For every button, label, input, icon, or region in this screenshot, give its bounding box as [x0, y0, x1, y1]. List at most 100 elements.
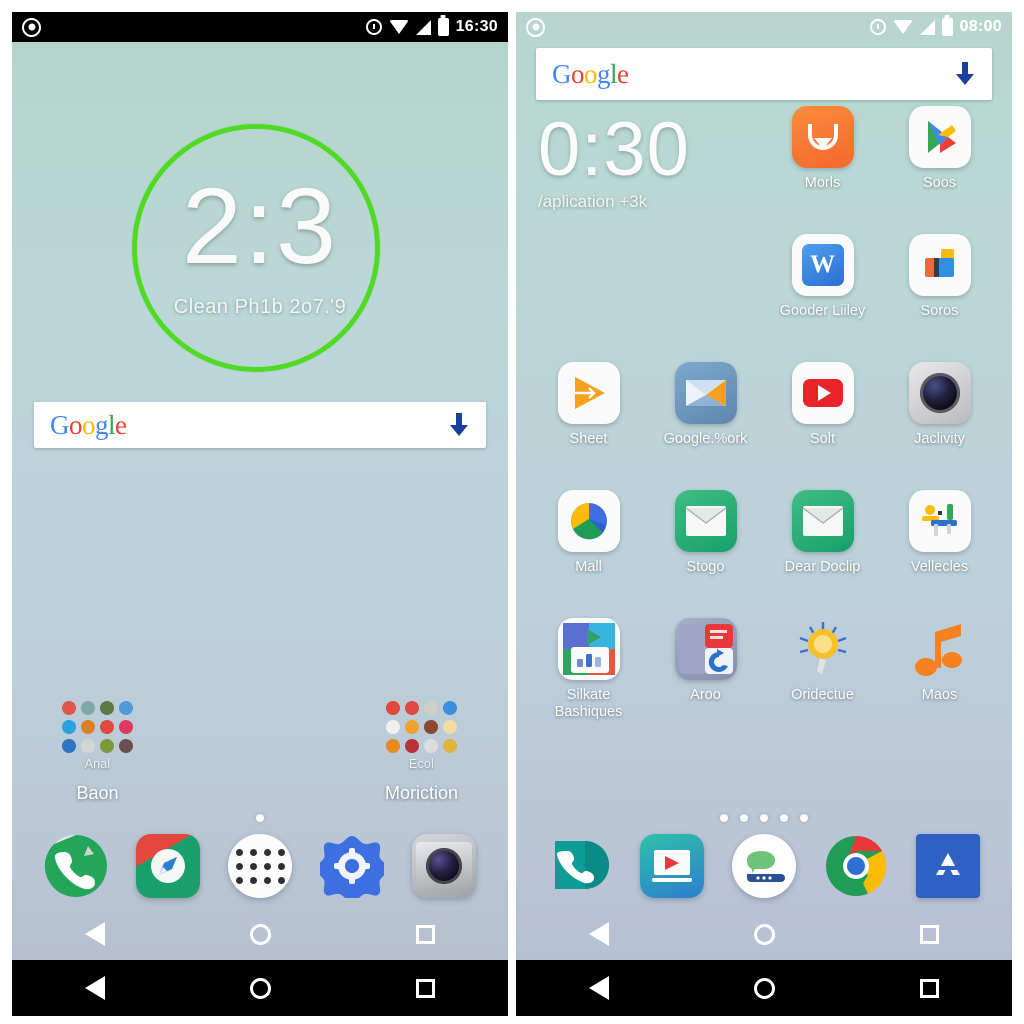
app-jaclivity[interactable]: Jaclivity: [881, 358, 998, 478]
target-icon: [526, 17, 545, 37]
app-label: Gooder Liiley: [779, 303, 866, 319]
left-nav-bar: [12, 960, 508, 1016]
app-morls[interactable]: Morls: [764, 102, 881, 222]
app-label: Soos: [922, 175, 957, 191]
chart-sliders-icon: [908, 490, 971, 552]
send-play-icon: [557, 362, 620, 424]
home-icon[interactable]: [753, 923, 775, 945]
dock-phone-icon[interactable]: [548, 834, 612, 898]
app-oridectue[interactable]: Oridectue: [764, 614, 881, 734]
target-icon: [22, 17, 41, 37]
dock-chrome-icon[interactable]: [824, 834, 888, 898]
app-aroo[interactable]: Aroo: [647, 614, 764, 734]
google-work-icon: [674, 362, 737, 424]
dock-app-store-icon[interactable]: [916, 834, 980, 898]
wifi-icon: [388, 20, 409, 34]
app-mall[interactable]: Mall: [530, 486, 647, 606]
left-page-indicator[interactable]: [12, 804, 508, 828]
alarm-icon: [869, 19, 886, 35]
signal-icon: [919, 19, 935, 35]
app-sheet[interactable]: Sheet: [530, 358, 647, 478]
left-clock-time: 2:3: [181, 165, 339, 286]
blocks-icon: [908, 234, 971, 296]
page-dot[interactable]: [780, 814, 788, 822]
play-store-icon: [908, 106, 971, 168]
page-dot[interactable]: [720, 814, 728, 822]
page-dot[interactable]: [740, 814, 748, 822]
folder-baon[interactable]: Anal Baon: [62, 701, 133, 804]
dock-settings-icon[interactable]: [320, 834, 384, 898]
left-phone-screen: 16:30 2:3 Clean Ph1b 2o7.'9 Google Anal …: [12, 12, 508, 1016]
download-arrow-icon[interactable]: [448, 413, 470, 437]
envelope-icon: [791, 490, 854, 552]
app-label: Morls: [804, 175, 841, 191]
app-stogo[interactable]: Stogo: [647, 486, 764, 606]
app-label: Silkate Bashiques: [554, 687, 623, 720]
youtube-icon: [791, 362, 854, 424]
dock-media-icon[interactable]: [640, 834, 704, 898]
music-note-icon: [909, 618, 971, 680]
signal-icon: [415, 19, 431, 35]
left-folder-row: Anal Baon Ecol Moriction: [12, 701, 508, 804]
back-icon[interactable]: [588, 976, 609, 1000]
app-soros[interactable]: Soros: [881, 230, 998, 350]
app-label: Google.%ork: [663, 431, 748, 447]
left-clock-widget[interactable]: 2:3 Clean Ph1b 2o7.'9: [12, 42, 508, 402]
app-label: Oridectue: [791, 687, 854, 703]
right-page-indicator[interactable]: [516, 804, 1012, 828]
home-icon[interactable]: [249, 923, 271, 945]
app-label: Solt: [810, 431, 835, 447]
right-google-search-bar[interactable]: Google: [536, 48, 992, 100]
download-arrow-icon[interactable]: [954, 62, 976, 86]
google-logo: Google: [552, 58, 629, 89]
app-solt[interactable]: Solt: [764, 358, 881, 478]
app-soos[interactable]: Soos: [881, 102, 998, 222]
google-logo: Google: [50, 409, 127, 440]
folder-moriction-label: Moriction: [384, 783, 458, 803]
app-label: Vellecles: [910, 559, 969, 575]
folder-moriction[interactable]: Ecol Moriction: [385, 701, 458, 804]
app-label: Dear Doclip: [784, 559, 861, 575]
recents-icon[interactable]: [920, 924, 940, 944]
dock-phone-icon[interactable]: [44, 834, 108, 898]
dock-assistant-icon[interactable]: [732, 834, 796, 898]
back-icon[interactable]: [84, 922, 105, 946]
recents-icon[interactable]: [920, 978, 940, 998]
page-dot[interactable]: [256, 814, 264, 822]
dual-phone-screenshot: 16:30 2:3 Clean Ph1b 2o7.'9 Google Anal …: [0, 0, 1024, 1024]
back-icon[interactable]: [588, 922, 609, 946]
folder-preview-grid: [62, 701, 133, 753]
dock-camera-icon[interactable]: [412, 834, 476, 898]
home-icon[interactable]: [249, 977, 271, 999]
app-silkate-bashiques[interactable]: Silkate Bashiques: [530, 614, 647, 734]
shopping-bag-icon: [791, 106, 854, 168]
recents-icon[interactable]: [416, 924, 436, 944]
app-label: Soros: [920, 303, 959, 319]
pdf-reader-icon: [674, 618, 737, 680]
back-icon[interactable]: [84, 976, 105, 1000]
folder-baon-sub: Anal: [84, 757, 111, 771]
page-dot[interactable]: [800, 814, 808, 822]
app-label: Maos: [921, 687, 958, 703]
app-vellecles[interactable]: Vellecles: [881, 486, 998, 606]
app-gooder-liiley[interactable]: W Gooder Liiley: [764, 230, 881, 350]
left-status-time: 16:30: [455, 18, 498, 35]
right-status-bar: 08:00: [516, 12, 1012, 42]
wifi-icon: [892, 20, 913, 34]
dock-app-drawer-icon[interactable]: [228, 834, 292, 898]
alarm-icon: [365, 19, 382, 35]
left-google-search-bar[interactable]: Google: [34, 402, 486, 448]
camera-lens-icon: [908, 362, 971, 424]
dock-browser-icon[interactable]: [136, 834, 200, 898]
battery-icon: [941, 18, 953, 36]
home-icon[interactable]: [753, 977, 775, 999]
app-maos[interactable]: Maos: [881, 614, 998, 734]
recents-icon[interactable]: [416, 978, 436, 998]
app-dear-doclip[interactable]: Dear Doclip: [764, 486, 881, 606]
sun-icon: [792, 618, 854, 680]
page-dot[interactable]: [760, 814, 768, 822]
right-dock: [516, 828, 1012, 908]
app-label: Sheet: [569, 431, 608, 447]
app-drawer-dots: [235, 848, 285, 884]
app-google-work[interactable]: Google.%ork: [647, 358, 764, 478]
